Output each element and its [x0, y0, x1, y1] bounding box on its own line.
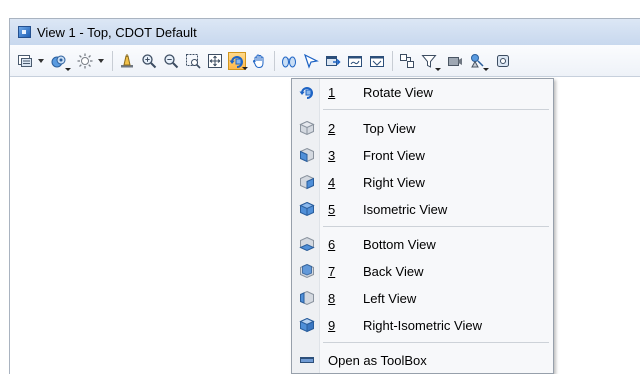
menu-item-bottom-view[interactable]: 6 Bottom View: [292, 231, 553, 257]
view-attributes-dropdown-icon[interactable]: [38, 58, 44, 63]
menu-item-number: 2: [328, 120, 336, 136]
menu-item-label: Right View: [363, 174, 425, 190]
menu-item-isometric-view[interactable]: 5 Isometric View: [292, 196, 553, 222]
menu-item-right-view[interactable]: 4 Right View: [292, 169, 553, 195]
clip-mask-icon[interactable]: [368, 52, 386, 70]
front-view-cube-icon: [299, 147, 315, 163]
menu-item-label: Top View: [363, 120, 416, 136]
lighting-dropdown-icon[interactable]: [98, 58, 104, 63]
menu-item-right-isometric-view[interactable]: 9 Right-Isometric View: [292, 312, 553, 338]
toolbox-icon: [299, 352, 315, 368]
view-attributes-icon[interactable]: [16, 52, 34, 70]
menu-separator: [323, 109, 549, 110]
saved-views-icon[interactable]: [398, 52, 416, 70]
menu-item-number: 3: [328, 147, 336, 163]
menu-item-number: 8: [328, 290, 336, 306]
pan-view-icon[interactable]: [250, 52, 268, 70]
render-icon[interactable]: [468, 52, 489, 71]
view-display-mode-icon[interactable]: [50, 52, 71, 71]
menu-item-label: Front View: [363, 147, 425, 163]
menu-item-number: 5: [328, 201, 336, 217]
menu-separator: [323, 226, 549, 227]
bottom-view-cube-icon: [299, 236, 315, 252]
menu-item-open-as-toolbox[interactable]: Open as ToolBox: [292, 347, 553, 373]
toolbar-separator: [112, 50, 113, 71]
rotate-view-icon: [299, 84, 315, 100]
menu-separator: [323, 342, 549, 343]
right-view-cube-icon: [299, 174, 315, 190]
menu-item-top-view[interactable]: 2 Top View: [292, 115, 553, 141]
right-isometric-view-cube-icon: [299, 317, 315, 333]
view-filter-icon[interactable]: [420, 52, 441, 71]
camera-icon[interactable]: [446, 52, 464, 70]
lighting-icon[interactable]: [76, 52, 94, 70]
view-title: View 1 - Top, CDOT Default: [37, 24, 197, 40]
view-previous-icon[interactable]: [280, 52, 298, 70]
menu-item-label: Rotate View: [363, 84, 433, 100]
view-window-icon: [18, 26, 31, 38]
view-next-icon[interactable]: [302, 52, 320, 70]
menu-item-front-view[interactable]: 3 Front View: [292, 142, 553, 168]
menu-item-rotate-view[interactable]: 1 Rotate View: [292, 79, 553, 105]
menu-item-number: 7: [328, 263, 336, 279]
top-view-cube-icon: [299, 120, 315, 136]
view-titlebar[interactable]: View 1 - Top, CDOT Default: [10, 19, 640, 45]
toolbar-separator: [274, 50, 275, 71]
copy-view-icon[interactable]: [324, 52, 342, 70]
view-toolbar: [10, 45, 640, 77]
isometric-view-cube-icon: [299, 201, 315, 217]
back-view-cube-icon: [299, 263, 315, 279]
menu-item-label: Back View: [363, 263, 424, 279]
left-view-cube-icon: [299, 290, 315, 306]
rotate-view-icon[interactable]: [228, 51, 248, 70]
view-settings-icon[interactable]: [494, 52, 512, 70]
menu-item-left-view[interactable]: 8 Left View: [292, 285, 553, 311]
menu-item-label: Bottom View: [363, 236, 436, 252]
zoom-out-icon[interactable]: [162, 52, 180, 70]
fit-view-icon[interactable]: [206, 52, 224, 70]
menu-item-label: Open as ToolBox: [328, 352, 427, 368]
menu-item-label: Left View: [363, 290, 417, 306]
menu-item-number: 6: [328, 236, 336, 252]
toolbar-separator: [392, 50, 393, 71]
menu-item-back-view[interactable]: 7 Back View: [292, 258, 553, 284]
clip-volume-icon[interactable]: [346, 52, 364, 70]
menu-item-label: Isometric View: [363, 201, 448, 217]
menu-item-number: 9: [328, 317, 336, 333]
zoom-in-icon[interactable]: [140, 52, 158, 70]
menu-item-number: 4: [328, 174, 336, 190]
menu-item-number: 1: [328, 84, 336, 100]
update-view-icon[interactable]: [118, 52, 136, 70]
menu-item-label: Right-Isometric View: [363, 317, 482, 333]
window-area-icon[interactable]: [184, 52, 202, 70]
rotate-view-menu: 1 Rotate View 2 Top View 3 Front View 4 …: [291, 78, 554, 374]
